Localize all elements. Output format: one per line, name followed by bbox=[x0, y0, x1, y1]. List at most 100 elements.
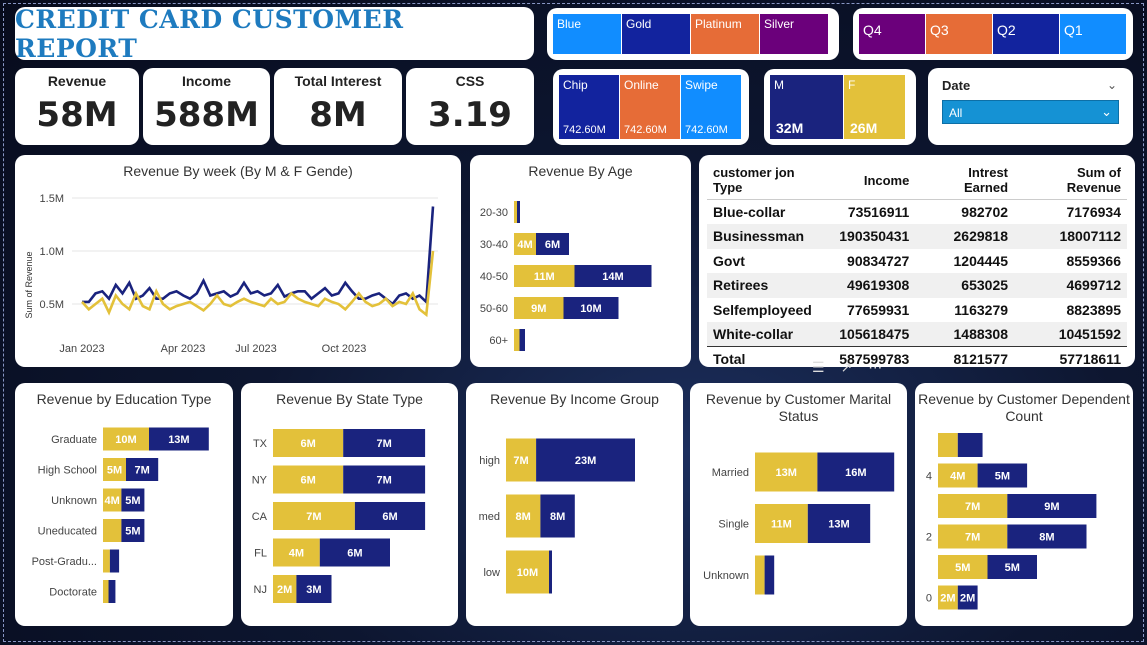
data-label: 6M bbox=[300, 475, 315, 487]
bar-segment-female[interactable] bbox=[755, 555, 765, 595]
male-revenue-line[interactable] bbox=[82, 206, 435, 306]
data-label: 8M bbox=[1039, 532, 1054, 544]
column-header[interactable]: Intrest Earned bbox=[915, 161, 1015, 200]
bar-segment-female[interactable] bbox=[103, 549, 110, 573]
data-label: 7M bbox=[965, 501, 980, 513]
slicer-tile-silver[interactable]: Silver bbox=[760, 14, 829, 54]
more-options-icon[interactable]: ⋯ bbox=[868, 359, 882, 376]
column-header[interactable]: customer jon Type bbox=[707, 161, 834, 200]
income-group-bar-svg: high 7M 23M med 8M 8M low 10M bbox=[479, 438, 635, 594]
kpi-revenue[interactable]: Revenue 58M bbox=[15, 68, 139, 145]
category-label: TX bbox=[253, 438, 268, 450]
category-label: Single bbox=[718, 519, 749, 531]
kpi-label: Income bbox=[181, 73, 231, 89]
column-header[interactable]: Income bbox=[833, 161, 916, 200]
kpi-income[interactable]: Income 588M bbox=[143, 68, 270, 145]
revenue-by-income-group-chart[interactable]: Revenue By Income Group high 7M 23M med 8M 8M… bbox=[466, 383, 683, 626]
slicer-tile-platinum[interactable]: Platinum bbox=[691, 14, 760, 54]
revenue-by-age-chart[interactable]: Revenue By Age 20-30 30-40 4M 6M 40-50 11M 14M… bbox=[470, 155, 691, 367]
focus-mode-icon[interactable]: ↗ bbox=[841, 359, 853, 376]
column-header[interactable]: Sum of Revenue bbox=[1014, 161, 1127, 200]
gender-slicer: M 32M F 26M bbox=[764, 69, 916, 145]
data-label: 6M bbox=[347, 548, 362, 560]
bar-segment-male[interactable] bbox=[549, 550, 552, 594]
bar-segment-male[interactable] bbox=[109, 549, 120, 573]
bar-segment-female[interactable] bbox=[514, 329, 520, 351]
category-label: High School bbox=[38, 465, 97, 477]
date-dropdown-value: All bbox=[949, 106, 963, 120]
bar-segment-male[interactable] bbox=[108, 580, 116, 603]
slicer-tile-q2[interactable]: Q2 bbox=[993, 14, 1060, 54]
female-revenue-line[interactable] bbox=[81, 250, 435, 318]
slicer-tile-gold[interactable]: Gold bbox=[622, 14, 691, 54]
data-label: 5M bbox=[955, 562, 970, 574]
slicer-tile-male[interactable]: M 32M bbox=[770, 75, 844, 139]
data-label: 6M bbox=[545, 239, 560, 251]
slicer-tile-chip[interactable]: Chip 742.60M bbox=[559, 75, 620, 139]
bar-segment-male[interactable] bbox=[517, 201, 520, 223]
table-row[interactable]: Selfemployeed 77659931 1163279 8823895 bbox=[707, 298, 1127, 323]
revenue-by-dependent-count-chart[interactable]: Revenue by Customer Dependent Count 4 4M 5… bbox=[915, 383, 1133, 626]
use-type-slicer: Chip 742.60M Online 742.60M Swipe 742.60M bbox=[553, 69, 749, 145]
bar-segment-female[interactable] bbox=[103, 519, 122, 542]
revenue-by-state-chart[interactable]: Revenue By State Type TX 6M 7M NY 6M 7M CA 7M 6M… bbox=[241, 383, 458, 626]
category-label: Unknown bbox=[51, 495, 97, 507]
category-label: 60+ bbox=[489, 335, 508, 347]
category-label: high bbox=[479, 455, 500, 467]
bar-segment-female[interactable] bbox=[938, 433, 958, 457]
visual-header-icons: ☰ ↗ ⋯ bbox=[812, 359, 882, 376]
data-label: 11M bbox=[771, 519, 792, 531]
category-label: 2 bbox=[926, 532, 932, 544]
data-label: 13M bbox=[168, 434, 189, 446]
kpi-value: 8M bbox=[309, 95, 367, 135]
x-tick: Oct 2023 bbox=[322, 343, 367, 355]
table-row[interactable]: Businessman 190350431 2629818 18007112 bbox=[707, 224, 1127, 249]
filter-icon[interactable]: ☰ bbox=[812, 359, 825, 376]
slicer-tile-swipe[interactable]: Swipe 742.60M bbox=[681, 75, 742, 139]
data-label: 5M bbox=[1005, 562, 1020, 574]
date-dropdown[interactable]: All ⌄ bbox=[942, 100, 1119, 124]
data-label: 3M bbox=[306, 584, 321, 596]
slicer-tile-blue[interactable]: Blue bbox=[553, 14, 622, 54]
data-label: 5M bbox=[125, 495, 140, 507]
table-row[interactable]: Retirees 49619308 653025 4699712 bbox=[707, 273, 1127, 298]
data-label: 10M bbox=[580, 303, 601, 315]
kpi-css[interactable]: CSS 3.19 bbox=[406, 68, 534, 145]
date-slicer: Date ⌄ All ⌄ bbox=[928, 68, 1133, 145]
x-tick: Apr 2023 bbox=[161, 343, 206, 355]
data-label: 16M bbox=[845, 467, 866, 479]
data-label: 9M bbox=[1044, 501, 1059, 513]
slicer-tile-q3[interactable]: Q3 bbox=[926, 14, 993, 54]
bar-segment-female[interactable] bbox=[103, 580, 109, 603]
slicer-tile-female[interactable]: F 26M bbox=[844, 75, 906, 139]
customer-job-type-table[interactable]: customer jon Type Income Intrest Earned … bbox=[699, 155, 1135, 367]
revenue-by-marital-status-chart[interactable]: Revenue by Customer Marital Status Marri… bbox=[690, 383, 907, 626]
category-label: NJ bbox=[254, 584, 267, 596]
revenue-by-week-chart[interactable]: Revenue By week (By M & F Gende) Sum of … bbox=[15, 155, 461, 367]
table-row[interactable]: White-collar 105618475 1488308 10451592 bbox=[707, 322, 1127, 347]
bar-segment-male[interactable] bbox=[957, 433, 983, 457]
bar-segment-male[interactable] bbox=[519, 329, 526, 351]
kpi-label: CSS bbox=[455, 73, 485, 89]
kpi-total-interest[interactable]: Total Interest 8M bbox=[274, 68, 402, 145]
chevron-down-icon: ⌄ bbox=[1101, 104, 1112, 119]
table-row[interactable]: Govt 90834727 1204445 8559366 bbox=[707, 249, 1127, 274]
data-label: 10M bbox=[115, 434, 136, 446]
slicer-tile-online[interactable]: Online 742.60M bbox=[620, 75, 681, 139]
state-bar-svg: TX 6M 7M NY 6M 7M CA 7M 6M FL 4M 6M NJ 2M 3M bbox=[252, 429, 426, 603]
data-label: 10M bbox=[517, 567, 538, 579]
bar-segment-female[interactable] bbox=[514, 201, 517, 223]
collapse-chevron-icon[interactable]: ⌄ bbox=[1107, 78, 1117, 92]
category-label: 50-60 bbox=[480, 303, 508, 315]
slicer-tile-q4[interactable]: Q4 bbox=[859, 14, 926, 54]
line-chart-svg: Sum of Revenue 1.5M 1.0M 0.5M Jan 2023 A… bbox=[24, 193, 438, 355]
revenue-by-education-chart[interactable]: Revenue by Education Type Graduate 10M 13M… bbox=[15, 383, 233, 626]
bar-segment-male[interactable] bbox=[764, 555, 775, 595]
data-label: 13M bbox=[775, 467, 796, 479]
job-type-table: customer jon Type Income Intrest Earned … bbox=[707, 161, 1127, 367]
slicer-tile-q1[interactable]: Q1 bbox=[1060, 14, 1127, 54]
category-label: Married bbox=[712, 467, 749, 479]
category-label: NY bbox=[252, 475, 268, 487]
table-row[interactable]: Blue-collar 73516911 982702 7176934 bbox=[707, 200, 1127, 225]
report-title: CREDIT CARD CUSTOMER REPORT bbox=[15, 7, 404, 60]
